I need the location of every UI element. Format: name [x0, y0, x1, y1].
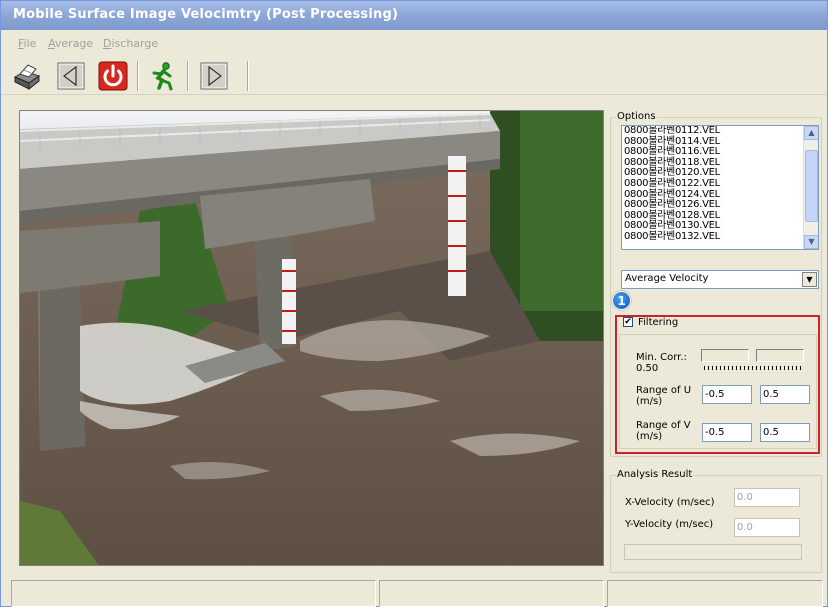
chevron-down-icon[interactable]: ▼ [802, 272, 817, 287]
toolbar [1, 57, 827, 95]
min-corr-slider-right[interactable] [756, 349, 804, 362]
analysis-result-label: Analysis Result [616, 469, 694, 480]
range-u-label: Range of U [636, 385, 692, 396]
x-velocity-label: X-Velocity (m/sec) [625, 497, 715, 508]
slider-ticks [704, 366, 804, 370]
y-velocity-value: 0.0 [734, 518, 800, 537]
menu-file[interactable]: File [18, 37, 36, 50]
status-pane [11, 580, 376, 607]
next-frame-icon[interactable] [197, 59, 231, 93]
toolbar-separator [187, 61, 189, 91]
power-icon[interactable] [96, 59, 130, 93]
previous-frame-icon[interactable] [54, 59, 88, 93]
file-listbox[interactable]: 0800볼라벤0112.VEL 0800볼라벤0114.VEL 0800볼라벤0… [621, 125, 819, 250]
run-icon[interactable] [145, 59, 179, 93]
toolbar-separator [137, 61, 139, 91]
mode-select-value: Average Velocity [625, 273, 709, 284]
river-image-view[interactable] [19, 110, 604, 566]
range-v-max-input[interactable]: 0.5 [760, 423, 810, 442]
mode-select[interactable]: Average Velocity ▼ [621, 270, 819, 289]
min-corr-label: Min. Corr.: [636, 352, 687, 363]
options-group-label: Options [616, 111, 657, 122]
range-v-min-input[interactable]: -0.5 [702, 423, 752, 442]
filtering-label: Filtering [638, 317, 679, 328]
range-v-label: Range of V [636, 420, 691, 431]
x-velocity-value: 0.0 [734, 488, 800, 507]
range-u-min-input[interactable]: -0.5 [702, 385, 752, 404]
menu-bar: File Average Discharge [1, 37, 827, 55]
progress-bar [624, 544, 802, 560]
menu-discharge[interactable]: Discharge [103, 37, 158, 50]
main-window: Mobile Surface Image Velocimtry (Post Pr… [0, 0, 828, 607]
printer-icon[interactable] [9, 59, 43, 93]
scroll-up-icon[interactable]: ▲ [804, 126, 818, 140]
status-bar [1, 578, 827, 607]
y-velocity-label: Y-Velocity (m/sec) [625, 519, 714, 530]
toolbar-separator [247, 61, 249, 91]
range-u-unit: (m/s) [636, 396, 663, 407]
window-title: Mobile Surface Image Velocimtry (Post Pr… [13, 7, 399, 22]
status-pane [379, 580, 604, 607]
range-v-unit: (m/s) [636, 431, 663, 442]
list-item[interactable]: 0800볼라벤0112.VEL [622, 126, 818, 137]
list-item[interactable]: 0800볼라벤0132.VEL [622, 231, 818, 243]
menu-average[interactable]: Average [48, 37, 93, 50]
filtering-checkbox[interactable]: ✔ [623, 317, 633, 327]
listbox-scrollbar[interactable]: ▲ ▼ [803, 126, 818, 249]
scroll-down-icon[interactable]: ▼ [804, 235, 818, 249]
title-bar[interactable]: Mobile Surface Image Velocimtry (Post Pr… [1, 1, 827, 30]
min-corr-value: 0.50 [636, 363, 659, 374]
list-item[interactable]: 0800볼라벤0122.VEL [622, 178, 818, 190]
annotation-badge: 1 [612, 291, 631, 310]
status-pane [607, 580, 823, 607]
scroll-thumb[interactable] [805, 150, 818, 222]
min-corr-slider-left[interactable] [701, 349, 749, 362]
range-u-max-input[interactable]: 0.5 [760, 385, 810, 404]
